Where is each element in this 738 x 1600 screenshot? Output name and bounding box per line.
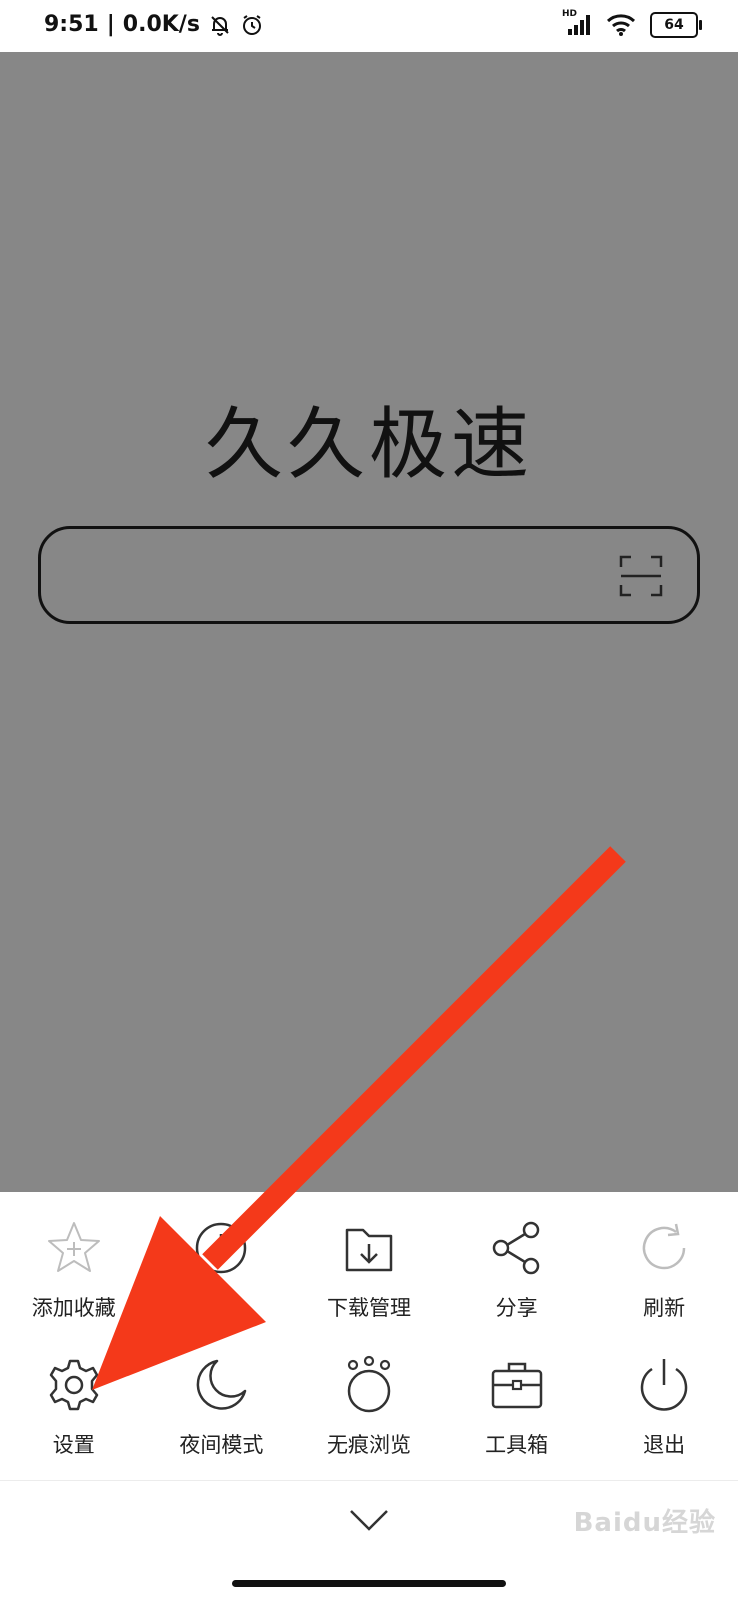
menu-label: 设置 — [52, 1433, 95, 1457]
menu-grid: 添加收藏 收藏 下载管理 分享 刷新 设置 夜间模式 无痕浏览 工具箱 退出 — [0, 1210, 738, 1484]
status-separator: | — [106, 12, 115, 37]
menu-label: 无痕浏览 — [326, 1433, 411, 1457]
search-box[interactable] — [38, 526, 700, 624]
status-bar: 9:51 | 0.0K/s HD 64 — [0, 0, 738, 52]
menu-label: 夜间模式 — [179, 1433, 264, 1457]
menu-label: 工具箱 — [485, 1433, 549, 1457]
power-icon — [640, 1359, 688, 1411]
menu-label: 刷新 — [643, 1296, 686, 1320]
gear-icon — [49, 1359, 99, 1411]
mute-bell-icon — [211, 15, 229, 36]
battery-indicator: 64 — [650, 12, 702, 38]
menu-item-exit[interactable]: 退出 — [590, 1347, 738, 1484]
menu-label: 分享 — [495, 1296, 538, 1320]
browser-home-overlay[interactable]: 久久极速 — [0, 52, 738, 1192]
share-icon — [492, 1221, 539, 1275]
bottom-menu-panel: 添加收藏 收藏 下载管理 分享 刷新 设置 夜间模式 无痕浏览 工具箱 退出 B… — [0, 1192, 738, 1600]
star-plus-icon — [47, 1222, 100, 1272]
menu-item-refresh[interactable]: 刷新 — [590, 1210, 738, 1347]
menu-item-night-mode[interactable]: 夜间模式 — [148, 1347, 296, 1484]
toolbox-icon — [491, 1362, 542, 1409]
menu-label: 下载管理 — [326, 1296, 411, 1320]
menu-item-bookmarks[interactable]: 收藏 — [148, 1210, 296, 1347]
menu-item-add-bookmark[interactable]: 添加收藏 — [0, 1210, 148, 1347]
menu-label: 退出 — [643, 1433, 686, 1457]
menu-item-share[interactable]: 分享 — [443, 1210, 591, 1347]
history-clock-icon — [196, 1222, 247, 1274]
battery-level: 64 — [664, 17, 684, 33]
scan-icon[interactable] — [619, 555, 663, 597]
status-left: 9:51 | 0.0K/s — [44, 12, 264, 37]
chevron-down-icon[interactable] — [349, 1508, 389, 1532]
status-time: 9:51 — [44, 12, 99, 37]
alarm-clock-icon — [242, 14, 261, 35]
menu-label: 添加收藏 — [31, 1296, 116, 1320]
download-folder-icon — [345, 1228, 393, 1272]
wifi-icon — [606, 14, 636, 36]
app-title: 久久极速 — [204, 400, 533, 490]
cell-signal-icon: HD — [562, 9, 592, 37]
status-net-speed: 0.0K/s — [122, 12, 200, 37]
menu-label: 收藏 — [200, 1296, 243, 1320]
menu-item-toolbox[interactable]: 工具箱 — [443, 1347, 591, 1484]
home-indicator[interactable] — [232, 1580, 506, 1587]
menu-item-incognito[interactable]: 无痕浏览 — [295, 1347, 443, 1484]
watermark-logo: Baidu经验 — [573, 1508, 716, 1538]
refresh-icon — [642, 1223, 686, 1270]
moon-icon — [197, 1359, 247, 1410]
menu-item-settings[interactable]: 设置 — [0, 1347, 148, 1484]
menu-item-download-manager[interactable]: 下载管理 — [295, 1210, 443, 1347]
hd-label: HD — [562, 9, 578, 19]
menu-divider — [0, 1480, 738, 1481]
paw-icon — [347, 1355, 391, 1413]
status-right: HD 64 — [562, 9, 702, 38]
